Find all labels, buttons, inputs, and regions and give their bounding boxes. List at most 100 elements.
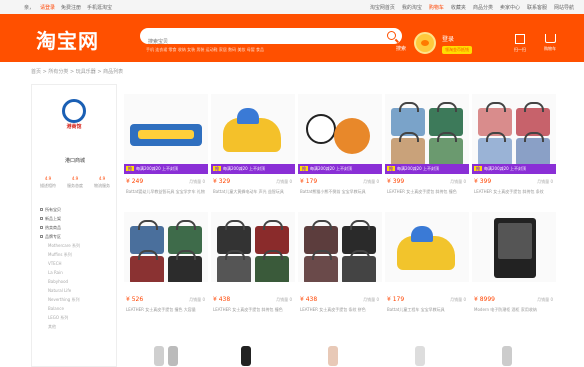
product-card[interactable]: ¥ 179 月销量 0 Battat儿童工程车 宝宝早教玩具 <box>385 212 469 330</box>
nav-my-taobao[interactable]: 我的淘宝 <box>402 4 422 11</box>
product-card[interactable]: ¥ 8999 月销量 0 Modern 电子防潮柜 酒柜 家用收纳 <box>472 212 556 330</box>
product-card[interactable]: 抢每满200减20 上不封顶 ¥ 249 月销量 0 Battat婴幼儿早教益智玩具 … <box>124 94 208 212</box>
category-item[interactable]: 新品上架 <box>40 214 116 223</box>
shop-logo-icon <box>62 99 86 123</box>
product-price: ¥ 399 <box>474 178 492 185</box>
hot-search-words[interactable]: 手机 连衣裙 零食 收纳 女装 男装 运动鞋 家居 数码 美妆 母婴 食品 <box>146 47 264 53</box>
bag-image <box>342 250 376 282</box>
nav-cart[interactable]: 购物车 <box>429 4 444 11</box>
product-title[interactable]: Modern 电子防潮柜 酒柜 家用收纳 <box>474 307 554 319</box>
product-card[interactable]: 抢每满200减20 上不封顶 ¥ 399 月销量 0 LEATHER 女士真皮手提包 … <box>385 94 469 212</box>
shop-logo[interactable]: 港商馆 <box>56 99 92 133</box>
bag-image <box>429 132 463 164</box>
category-item[interactable]: Neverthing 系列 <box>40 295 116 304</box>
coin-badge[interactable]: 领淘金币抵钱 <box>442 46 472 54</box>
product-image-peek[interactable] <box>328 346 338 366</box>
product-image[interactable] <box>298 94 382 164</box>
user-panel[interactable]: 登录 领淘金币抵钱 <box>442 34 472 54</box>
product-image[interactable] <box>124 94 208 164</box>
nav-seller[interactable]: 卖家中心 <box>500 4 520 11</box>
product-image-peek[interactable] <box>154 346 164 366</box>
product-image[interactable] <box>211 94 295 164</box>
category-item[interactable]: Mothercare 系列 <box>40 241 116 250</box>
toy-image <box>397 226 455 270</box>
product-image-peek[interactable] <box>241 346 251 366</box>
user-name[interactable]: 登录 <box>442 36 454 43</box>
category-item[interactable]: 热卖商品 <box>40 223 116 232</box>
product-title[interactable]: Battat婴幼儿早教益智玩具 宝宝学步车 礼物 <box>126 189 206 201</box>
search-button[interactable]: 搜索 <box>392 28 410 52</box>
category-item[interactable]: Natural Life <box>40 286 116 295</box>
breadcrumb[interactable]: 首页 > 所有分类 > 玩具乐器 > 商品列表 <box>31 68 123 75</box>
product-title[interactable]: LEATHER 女士真皮手提包 条纹 拼色 <box>300 307 380 319</box>
product-sales: 月销量 0 <box>363 297 379 302</box>
category-item[interactable]: Babyhood <box>40 277 116 286</box>
product-price: ¥ 179 <box>387 296 405 303</box>
product-price: ¥ 8999 <box>474 296 495 303</box>
product-card[interactable]: 抢每满200减20 上不封顶 ¥ 179 月销量 0 Battat熊猫小熊不倒翁 宝宝… <box>298 94 382 212</box>
qr-label: 扫一扫 <box>514 47 526 52</box>
product-image[interactable] <box>472 94 556 164</box>
nav-home[interactable]: 淘宝网首页 <box>370 4 395 11</box>
product-card[interactable]: 抢每满200减20 上不封顶 ¥ 329 月销量 0 Battat儿童大黄蜂电动车 声… <box>211 94 295 212</box>
category-item[interactable]: 品牌专区 <box>40 232 116 241</box>
product-title[interactable]: Battat儿童工程车 宝宝早教玩具 <box>387 307 467 319</box>
product-card[interactable]: 抢每满200减20 上不封顶 ¥ 399 月销量 0 LEATHER 女士真皮手提包 … <box>472 94 556 212</box>
nav-service[interactable]: 联系客服 <box>527 4 547 11</box>
category-item[interactable]: 其他 <box>40 322 116 331</box>
toy-image <box>130 124 202 146</box>
register-link[interactable]: 免费注册 <box>61 4 81 11</box>
product-image[interactable] <box>211 212 295 282</box>
product-image[interactable] <box>385 212 469 282</box>
product-image[interactable] <box>472 212 556 282</box>
product-image[interactable] <box>298 212 382 282</box>
nav-sitemap[interactable]: 网站导航 <box>554 4 574 11</box>
search-box <box>140 28 402 50</box>
product-card[interactable]: ¥ 438 月销量 0 LEATHER 女士真皮手提包 条纹 拼色 <box>298 212 382 330</box>
category-item[interactable]: LEGO 系列 <box>40 313 116 322</box>
nav-categories[interactable]: 商品分类 <box>473 4 493 11</box>
product-title[interactable]: LEATHER 女士真皮手提包 斜挎包 撞色 <box>213 307 293 319</box>
category-label: 品牌专区 <box>45 234 61 239</box>
expand-icon <box>40 217 43 220</box>
product-grid: 抢每满200减20 上不封顶 ¥ 249 月销量 0 Battat婴幼儿早教益智玩具 … <box>122 84 562 367</box>
login-link[interactable]: 请登录 <box>40 4 55 11</box>
category-item[interactable]: La Rain <box>40 268 116 277</box>
bag-image <box>478 132 512 164</box>
product-image-peek[interactable] <box>168 346 178 366</box>
product-image[interactable] <box>385 94 469 164</box>
product-sales: 月销量 0 <box>363 179 379 184</box>
qr-button[interactable]: 扫一扫 <box>508 34 532 53</box>
category-item[interactable]: Muffins 系列 <box>40 250 116 259</box>
bag-image <box>217 250 251 282</box>
product-title[interactable]: Battat儿童大黄蜂电动车 声光 益智玩具 <box>213 189 293 201</box>
category-label: 热卖商品 <box>45 225 61 230</box>
product-sales: 月销量 0 <box>537 297 553 302</box>
shop-name[interactable]: 港口商城 <box>32 157 118 164</box>
product-title[interactable]: LEATHER 女士真皮手提包 斜挎包 条纹 <box>474 189 554 201</box>
category-item[interactable]: Balance <box>40 304 116 313</box>
cart-label: 购物车 <box>544 46 556 51</box>
promo-text: 每满200减20 上不封顶 <box>397 166 439 171</box>
product-price: ¥ 179 <box>300 178 318 185</box>
product-title[interactable]: LEATHER 女士真皮手提包 斜挎包 撞色 <box>387 189 467 201</box>
product-card[interactable]: ¥ 526 月销量 0 LEATHER 女士真皮手提包 撞色 大容量 <box>124 212 208 330</box>
category-item[interactable]: 所有宝贝 <box>40 205 116 214</box>
category-label: 其他 <box>48 324 56 329</box>
nav-favorites[interactable]: 收藏夹 <box>451 4 466 11</box>
product-image[interactable] <box>124 212 208 282</box>
product-title[interactable]: LEATHER 女士真皮手提包 撞色 大容量 <box>126 307 206 319</box>
product-sales: 月销量 0 <box>276 179 292 184</box>
cart-button[interactable]: 购物车 <box>538 34 562 52</box>
product-card[interactable]: ¥ 438 月销量 0 LEATHER 女士真皮手提包 斜挎包 撞色 <box>211 212 295 330</box>
product-title[interactable]: Battat熊猫小熊不倒翁 宝宝早教玩具 <box>300 189 380 201</box>
expand-icon <box>40 208 43 211</box>
product-image-peek[interactable] <box>415 346 425 366</box>
product-sales: 月销量 0 <box>450 179 466 184</box>
taobao-logo[interactable]: 淘宝网 <box>36 25 99 54</box>
product-price: ¥ 438 <box>300 296 318 303</box>
category-item[interactable]: VTECH <box>40 259 116 268</box>
product-image-peek[interactable] <box>502 346 512 366</box>
mobile-link[interactable]: 手机逛淘宝 <box>87 4 112 11</box>
category-list: 所有宝贝 新品上架热卖商品品牌专区 Mothercare 系列 Muffins 系列 V… <box>40 205 116 331</box>
